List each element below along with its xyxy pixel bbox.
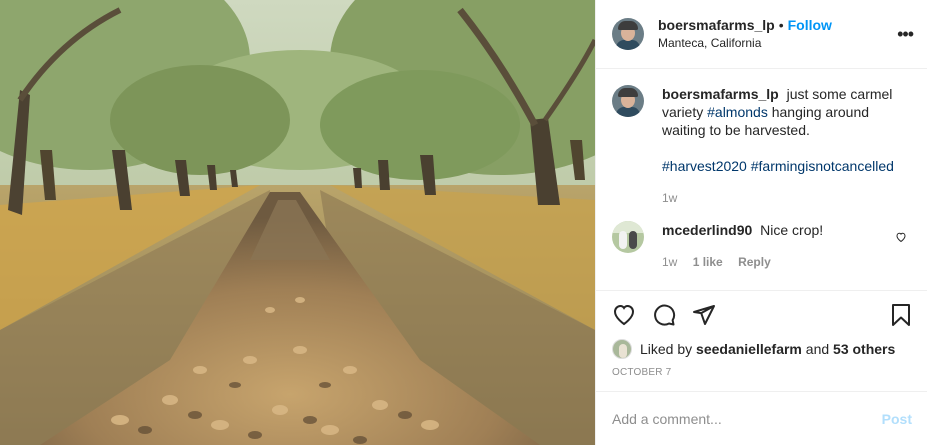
comment-bubble-icon[interactable] (652, 303, 676, 327)
caption-meta: 1w (662, 189, 902, 207)
location-link[interactable]: Manteca, California (658, 34, 832, 52)
follow-button[interactable]: Follow (788, 17, 832, 33)
liker-avatar[interactable] (612, 339, 632, 359)
comment-input[interactable] (612, 410, 882, 427)
comment-body: mcederlind90 Nice crop! 1w 1 like Reply (662, 221, 902, 271)
comment-text: mcederlind90 Nice crop! (662, 221, 902, 239)
caption-body: boersmafarms_lp just some carmel variety… (662, 85, 902, 207)
caption-comment: boersmafarms_lp just some carmel variety… (612, 85, 911, 207)
separator-dot: • (778, 17, 784, 33)
comment-age[interactable]: 1w (662, 255, 677, 269)
comment-heart-icon[interactable] (895, 231, 907, 243)
header-text: boersmafarms_lp • Follow Manteca, Californ… (658, 16, 832, 52)
instagram-post: boersmafarms_lp • Follow Manteca, Californ… (0, 0, 927, 445)
commenter-username[interactable]: mcederlind90 (662, 222, 752, 238)
hashtag-farmingisnotcancelled[interactable]: #farmingisnotcancelled (751, 158, 894, 174)
more-options-icon[interactable]: ••• (897, 25, 914, 43)
caption-text: boersmafarms_lp just some carmel variety… (662, 85, 902, 139)
comments-section: boersmafarms_lp just some carmel variety… (596, 69, 927, 290)
caption-age[interactable]: 1w (662, 191, 677, 205)
share-paper-plane-icon[interactable] (692, 303, 716, 327)
action-bar (596, 290, 927, 338)
reply-button[interactable]: Reply (738, 255, 771, 269)
post-header: boersmafarms_lp • Follow Manteca, Californ… (596, 0, 927, 69)
comment-item: mcederlind90 Nice crop! 1w 1 like Reply (612, 221, 911, 271)
add-comment-bar: Post (596, 391, 927, 445)
hashtag-almonds[interactable]: #almonds (707, 104, 768, 120)
liked-by-conj: and (805, 341, 830, 357)
comment-likes[interactable]: 1 like (693, 255, 723, 269)
caption-username[interactable]: boersmafarms_lp (662, 86, 779, 102)
post-photo[interactable] (0, 0, 595, 445)
post-date[interactable]: OCTOBER 7 (596, 360, 927, 392)
caption-avatar[interactable] (612, 85, 644, 117)
author-avatar[interactable] (612, 18, 644, 50)
liked-by-prefix: Liked by (640, 341, 693, 357)
hashtag-harvest2020[interactable]: #harvest2020 (662, 158, 747, 174)
likes-summary: Liked by seedaniellefarm and 53 others (596, 338, 927, 360)
commenter-avatar[interactable] (612, 221, 644, 253)
likes-others-link[interactable]: 53 others (833, 341, 895, 357)
comment-message: Nice crop! (760, 222, 824, 238)
bookmark-icon[interactable] (889, 303, 913, 327)
post-comment-button[interactable]: Post (882, 411, 912, 427)
comment-meta: 1w 1 like Reply (662, 253, 902, 271)
author-username[interactable]: boersmafarms_lp (658, 17, 775, 33)
like-heart-icon[interactable] (612, 303, 636, 327)
caption-hashtags: #harvest2020 #farmingisnotcancelled (662, 157, 902, 175)
post-sidebar: boersmafarms_lp • Follow Manteca, Californ… (595, 0, 927, 445)
almond-orchard-image (0, 0, 595, 445)
liker-username[interactable]: seedaniellefarm (696, 341, 802, 357)
